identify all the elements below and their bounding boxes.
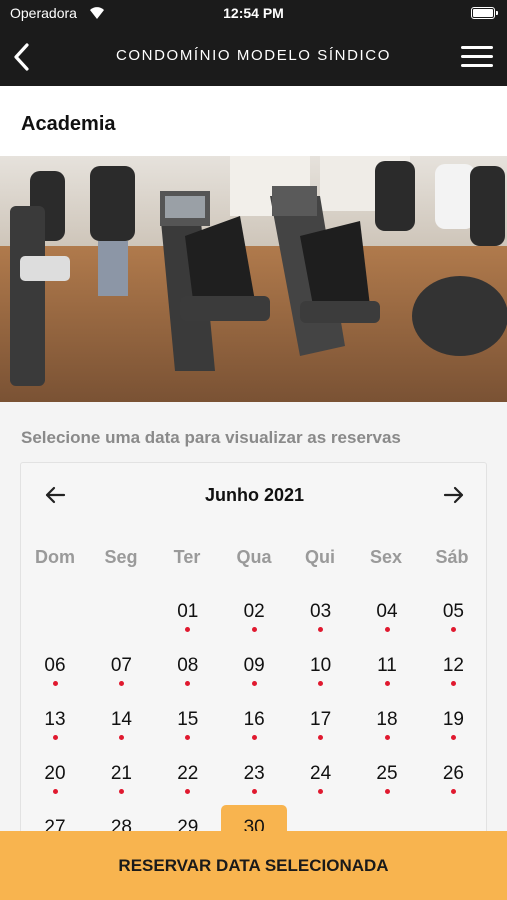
calendar-day[interactable]: 22 [155,751,221,805]
calendar-day[interactable]: 24 [288,751,354,805]
calendar-day[interactable]: 01 [155,589,221,643]
calendar-day-number: 04 [376,601,398,622]
reservation-dot-icon [185,681,191,686]
calendar-day[interactable]: 17 [288,697,354,751]
navbar-title: CONDOMÍNIO MODELO SÍNDICO [115,47,391,64]
calendar-day-number: 22 [177,763,199,784]
calendar-day-number: 11 [377,655,397,676]
reservation-dot-icon [118,681,124,686]
calendar-month-label: Junho 2021 [204,485,305,505]
page-title: Academia [21,113,116,135]
calendar-day[interactable]: 09 [221,643,287,697]
reserve-date-button[interactable]: RESERVAR DATA SELECIONADA [0,831,507,900]
calendar-day-number: 21 [110,763,132,784]
reservation-dot-icon [185,627,191,632]
reservation-dot-icon [52,789,58,794]
calendar-day[interactable]: 06 [22,643,88,697]
calendar-day-number: 20 [44,763,66,784]
reservation-dot-icon [384,735,390,740]
reservation-dot-icon [318,789,324,794]
calendar-day[interactable]: 07 [88,643,154,697]
reservation-dot-icon [450,627,456,632]
reservation-dot-icon [384,681,390,686]
reservation-dot-icon [251,627,257,632]
calendar-day[interactable]: 10 [288,643,354,697]
calendar-day-number: 09 [243,655,265,676]
reservation-dot-icon [450,681,456,686]
weekday-label: Sáb [435,547,469,567]
calendar-day-number: 25 [376,763,398,784]
navbar: CONDOMÍNIO MODELO SÍNDICO [0,28,507,86]
calendar-day[interactable]: 05 [420,589,486,643]
calendar-day[interactable]: 13 [22,697,88,751]
calendar-day-number: 08 [177,655,199,676]
status-bar: Operadora 12:54 PM [0,0,507,28]
reservation-dot-icon [118,735,124,740]
calendar-day-number: 02 [243,601,265,622]
battery-icon [471,7,498,19]
calendar-day-number: 15 [177,709,199,730]
reservation-dot-icon [384,789,390,794]
calendar-day[interactable]: 11 [354,643,420,697]
calendar-day-number: 14 [110,709,132,730]
reservation-dot-icon [251,681,257,686]
calendar-day-number: 01 [177,601,199,622]
calendar-day[interactable]: 26 [420,751,486,805]
reservation-dot-icon [52,681,58,686]
calendar-day-number: 17 [310,709,332,730]
calendar-day[interactable]: 14 [88,697,154,751]
calendar-instructions: Selecione uma data para visualizar as re… [21,428,401,447]
weekday-label: Sex [369,547,403,567]
reservation-dot-icon [450,735,456,740]
calendar-day[interactable]: 03 [288,589,354,643]
calendar-day[interactable]: 15 [155,697,221,751]
reservation-dot-icon [384,627,390,632]
calendar-day[interactable]: 16 [221,697,287,751]
calendar-day-number: 05 [442,601,464,622]
calendar-day[interactable]: 02 [221,589,287,643]
reservation-dot-icon [185,789,191,794]
status-time: 12:54 PM [223,5,284,21]
gym-photo [0,156,507,402]
calendar-day[interactable]: 21 [88,751,154,805]
reservation-dot-icon [318,681,324,686]
reservation-dot-icon [450,789,456,794]
calendar-day-number: 13 [44,709,66,730]
weekday-label: Ter [173,547,201,567]
reservation-dot-icon [251,735,257,740]
calendar-day[interactable]: 20 [22,751,88,805]
calendar-day[interactable]: 25 [354,751,420,805]
calendar-day[interactable]: 18 [354,697,420,751]
calendar-day-number: 24 [310,763,332,784]
weekday-label: Qua [236,547,272,567]
calendar-day[interactable]: 08 [155,643,221,697]
calendar-day[interactable]: 12 [420,643,486,697]
calendar-day-number: 23 [243,763,265,784]
calendar-day-number: 16 [243,709,265,730]
calendar-day[interactable]: 19 [420,697,486,751]
reservation-dot-icon [185,735,191,740]
page-header: Academia [0,86,507,156]
weekday-label: Seg [104,547,138,567]
weekday-label: Dom [35,547,75,567]
reservation-dot-icon [251,789,257,794]
reservation-dot-icon [52,735,58,740]
calendar-day[interactable]: 04 [354,589,420,643]
reservation-dot-icon [318,627,324,632]
reservation-dot-icon [318,735,324,740]
calendar-day[interactable]: 23 [221,751,287,805]
calendar-day-number: 18 [376,709,398,730]
calendar-day-number: 06 [44,655,66,676]
calendar-day-number: 19 [442,709,464,730]
reservation-dot-icon [118,789,124,794]
calendar-day-number: 10 [310,655,332,676]
calendar-day-number: 12 [442,655,464,676]
calendar-day-number: 07 [110,655,132,676]
calendar-day-number: 26 [442,763,464,784]
hamburger-menu-icon[interactable] [461,46,493,68]
calendar-day-number: 03 [310,601,332,622]
arrow-right-icon[interactable] [442,483,466,507]
weekday-label: Qui [305,547,335,567]
